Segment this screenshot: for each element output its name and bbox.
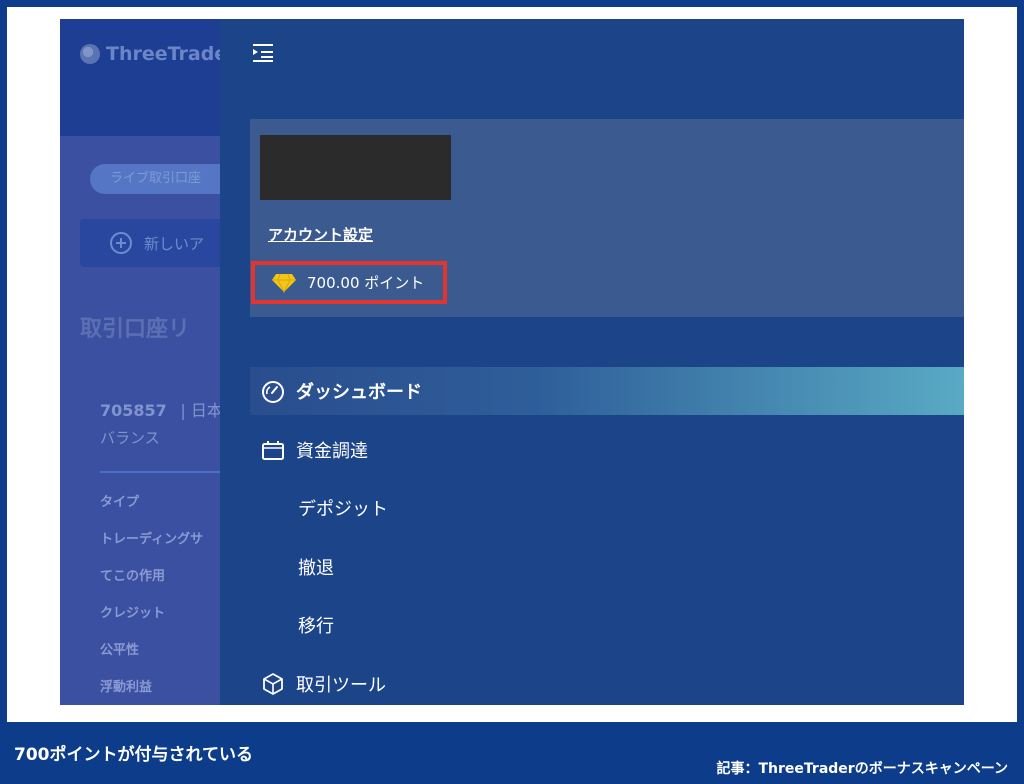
caption-points-granted: 700ポイントが付与されている	[14, 745, 253, 765]
account-suffix: | 日本	[180, 401, 223, 420]
section-title: 取引口座リ	[80, 317, 191, 342]
caption-article-reference: 記事：ThreeTraderのボーナスキャンペーン	[716, 761, 1009, 777]
detail-row-label: トレーディングサ	[100, 532, 204, 547]
plus-circle-icon	[110, 232, 132, 254]
points-highlight: 700.00 ポイント	[251, 261, 447, 304]
menu-collapse-icon[interactable]	[253, 43, 275, 63]
cube-icon	[263, 673, 283, 695]
nav-dashboard-label: ダッシュボード	[296, 382, 422, 403]
logo-text: ThreeTrader	[106, 43, 237, 65]
nav-deposit[interactable]: デポジット	[250, 484, 964, 532]
points-balance: 700.00 ポイント	[307, 274, 425, 292]
nav-dashboard[interactable]: ダッシュボード	[250, 367, 964, 415]
logo-mark-icon	[80, 44, 100, 64]
nav-funding[interactable]: 資金調達	[250, 426, 964, 474]
diamond-icon	[272, 273, 296, 293]
nav-transfer[interactable]: 移行	[250, 601, 964, 649]
nav-trading-tools-label: 取引ツール	[296, 675, 386, 696]
nav-deposit-label: デポジット	[298, 499, 388, 520]
detail-row-label: てこの作用	[100, 569, 166, 584]
screenshot: ThreeTrader ライブ取引口座 新しいア 取引口座リ 705857 | …	[60, 19, 964, 705]
detail-row-label: 公平性	[100, 643, 140, 658]
redacted-username	[260, 135, 451, 200]
dashboard-gauge-icon	[262, 381, 284, 403]
detail-row-label: クレジット	[100, 606, 166, 621]
detail-row-label: 浮動利益	[100, 680, 153, 695]
navigation-drawer: アカウント設定 700.00 ポイント ダッシュボード 資金調達 デポジット 撤…	[220, 19, 964, 705]
wallet-icon	[262, 441, 284, 460]
balance-label: バランス	[100, 429, 160, 447]
logo: ThreeTrader	[80, 41, 237, 67]
account-number-value: 705857	[100, 401, 167, 420]
account-card: アカウント設定 700.00 ポイント	[250, 119, 964, 317]
account-settings-link[interactable]: アカウント設定	[268, 224, 373, 245]
detail-row-label: タイプ	[100, 495, 140, 510]
new-account-label: 新しいア	[144, 234, 205, 253]
nav-withdraw-label: 撤退	[298, 558, 334, 579]
nav-trading-tools[interactable]: 取引ツール	[250, 660, 964, 705]
nav-funding-label: 資金調達	[296, 441, 368, 462]
nav-withdraw[interactable]: 撤退	[250, 543, 964, 591]
account-details-list: タイプ トレーディングサ てこの作用 クレジット 公平性 浮動利益	[100, 491, 203, 705]
nav-transfer-label: 移行	[298, 616, 334, 637]
account-number: 705857 | 日本	[100, 397, 223, 421]
divider	[100, 471, 230, 473]
